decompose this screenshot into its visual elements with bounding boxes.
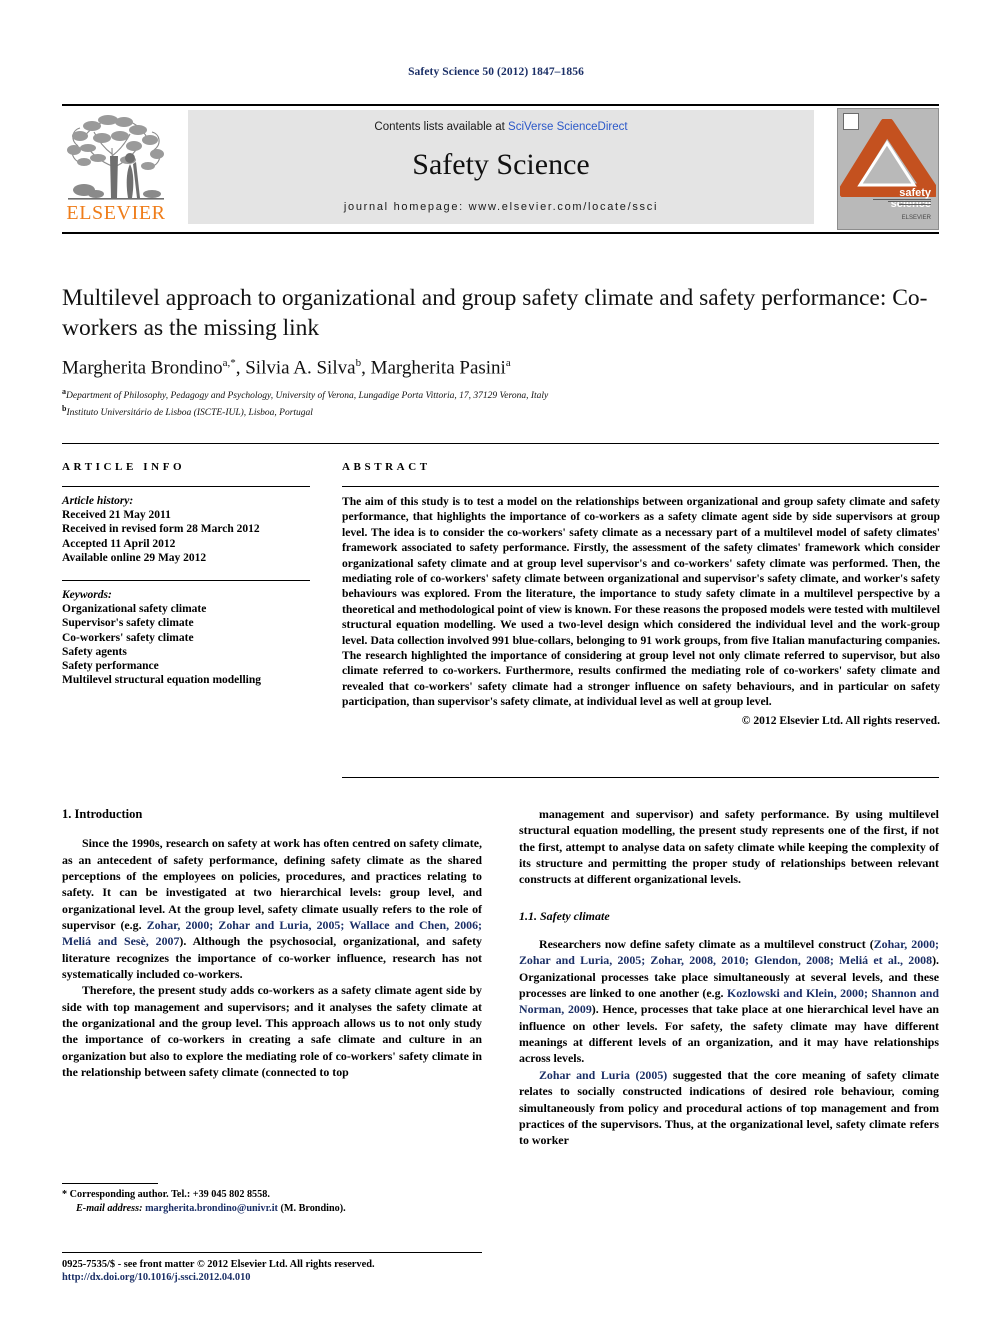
- affiliation-a-text: Department of Philosophy, Pedagogy and P…: [66, 391, 549, 402]
- keyword-item: Organizational safety climate: [62, 603, 207, 616]
- author-2: Silvia A. Silva: [245, 357, 356, 379]
- title-block: Multilevel approach to organizational an…: [62, 283, 942, 420]
- footnote-rule: [62, 1183, 158, 1184]
- doi-link[interactable]: http://dx.doi.org/10.1016/j.ssci.2012.04…: [62, 1271, 542, 1284]
- abstract-copyright: © 2012 Elsevier Ltd. All rights reserved…: [741, 713, 940, 727]
- author-1-marks: a,*: [222, 357, 236, 369]
- masthead-top-rule: [62, 104, 939, 106]
- abstract-rule: [342, 486, 939, 487]
- masthead: ELSEVIER Contents lists available at Sci…: [62, 108, 939, 230]
- article-history-item: Accepted 11 April 2012: [62, 537, 176, 550]
- elsevier-logo: ELSEVIER: [62, 110, 170, 228]
- elsevier-tree-icon: [62, 110, 170, 202]
- page-title: Multilevel approach to organizational an…: [62, 285, 928, 341]
- paragraph: Researchers now define safety climate as…: [519, 936, 939, 1067]
- author-list: Margherita Brondinoa,*, Silvia A. Silvab…: [62, 357, 511, 379]
- body-column-right: management and supervisor) and safety pe…: [519, 806, 939, 1149]
- contents-available-line: Contents lists available at SciVerse Sci…: [188, 121, 814, 133]
- section-heading-introduction: 1. Introduction: [62, 807, 143, 821]
- email-suffix: (M. Brondino).: [277, 1202, 346, 1214]
- body-column-left: 1. Introduction Since the 1990s, researc…: [62, 806, 482, 1081]
- citation-link[interactable]: Zohar and Luria (2005): [539, 1068, 667, 1082]
- keywords-rule: [62, 580, 310, 581]
- keyword-item: Safety agents: [62, 645, 127, 658]
- cover-rule-1: [873, 198, 931, 200]
- author-2-marks: b: [355, 357, 362, 369]
- article-history-item: Received 21 May 2011: [62, 509, 171, 522]
- contents-prefix: Contents lists available at: [374, 121, 509, 133]
- journal-cover-thumbnail: safety science ELSEVIER: [837, 108, 939, 230]
- journal-banner: Contents lists available at SciVerse Sci…: [188, 110, 814, 224]
- info-section-top-rule: [62, 443, 939, 444]
- masthead-bottom-rule: [62, 232, 939, 234]
- cover-penrose-triangle-icon: [840, 119, 936, 197]
- cover-footer: ELSEVIER: [873, 198, 931, 225]
- cover-publisher-label: ELSEVIER: [901, 215, 931, 221]
- author-3: Margherita Pasini: [370, 357, 506, 379]
- article-info-heading: ARTICLE INFO: [62, 461, 186, 473]
- author-1: Margherita Brondino: [62, 357, 223, 379]
- section-heading-safety-climate: 1.1. Safety climate: [519, 908, 610, 923]
- elsevier-wordmark: ELSEVIER: [66, 202, 166, 224]
- corresponding-author-note: * Corresponding author. Tel.: +39 045 80…: [62, 1189, 270, 1200]
- article-info-rule: [62, 486, 310, 487]
- paragraph: Zohar and Luria (2005) suggested that th…: [519, 1067, 939, 1149]
- keyword-item: Safety performance: [62, 660, 159, 673]
- abstract-text: The aim of this study is to test a model…: [342, 495, 940, 709]
- article-history-item: Received in revised form 28 March 2012: [62, 523, 260, 536]
- sciencedirect-link[interactable]: SciVerse ScienceDirect: [508, 121, 628, 133]
- footer-block: 0925-7535/$ - see front matter © 2012 El…: [62, 1258, 542, 1284]
- footnote-block: * Corresponding author. Tel.: +39 045 80…: [62, 1188, 482, 1215]
- journal-title: Safety Science: [412, 148, 590, 181]
- keywords-block: Keywords: Organizational safety climate …: [62, 588, 314, 687]
- keyword-item: Supervisor's safety climate: [62, 617, 194, 630]
- paragraph-text: Researchers now define safety climate as…: [539, 937, 874, 952]
- issn-line: 0925-7535/$ - see front matter © 2012 El…: [62, 1259, 375, 1270]
- paragraph: management and supervisor) and safety pe…: [519, 807, 939, 887]
- paper-page: Safety Science 50 (2012) 1847–1856 ELSEV…: [0, 0, 992, 1323]
- article-history: Article history: Received 21 May 2011 Re…: [62, 494, 314, 565]
- email-line: E-mail address: margherita.brondino@univ…: [62, 1202, 482, 1216]
- cover-rule-2: [887, 201, 931, 202]
- cover-rule-3: [899, 203, 931, 205]
- paragraph: Since the 1990s, research on safety at w…: [62, 835, 482, 982]
- running-head: Safety Science 50 (2012) 1847–1856: [408, 66, 584, 78]
- article-history-label: Article history:: [62, 495, 134, 507]
- paragraph: Therefore, the present study adds co-wor…: [62, 983, 482, 1080]
- author-3-marks: a: [505, 357, 511, 369]
- keywords-label: Keywords:: [62, 589, 112, 601]
- affiliations: aDepartment of Philosophy, Pedagogy and …: [62, 386, 942, 419]
- email-link[interactable]: margherita.brondino@univr.it: [145, 1203, 278, 1214]
- email-label: E-mail address:: [76, 1202, 143, 1214]
- abstract-heading: ABSTRACT: [342, 461, 431, 473]
- affiliation-b: bInstituto Universitário de Lisboa (ISCT…: [62, 403, 942, 420]
- journal-homepage-link[interactable]: journal homepage: www.elsevier.com/locat…: [188, 201, 814, 213]
- keyword-item: Multilevel structural equation modelling: [62, 674, 262, 687]
- abstract-bottom-rule: [342, 777, 939, 778]
- affiliation-b-text: Instituto Universitário de Lisboa (ISCTE…: [66, 408, 313, 419]
- elsevier-tree-svg: [67, 115, 164, 200]
- keyword-item: Co-workers' safety climate: [62, 631, 194, 644]
- abstract-block: The aim of this study is to test a model…: [342, 494, 940, 728]
- footer-rule: [62, 1252, 482, 1253]
- article-history-item: Available online 29 May 2012: [62, 551, 207, 564]
- affiliation-a: aDepartment of Philosophy, Pedagogy and …: [62, 386, 942, 403]
